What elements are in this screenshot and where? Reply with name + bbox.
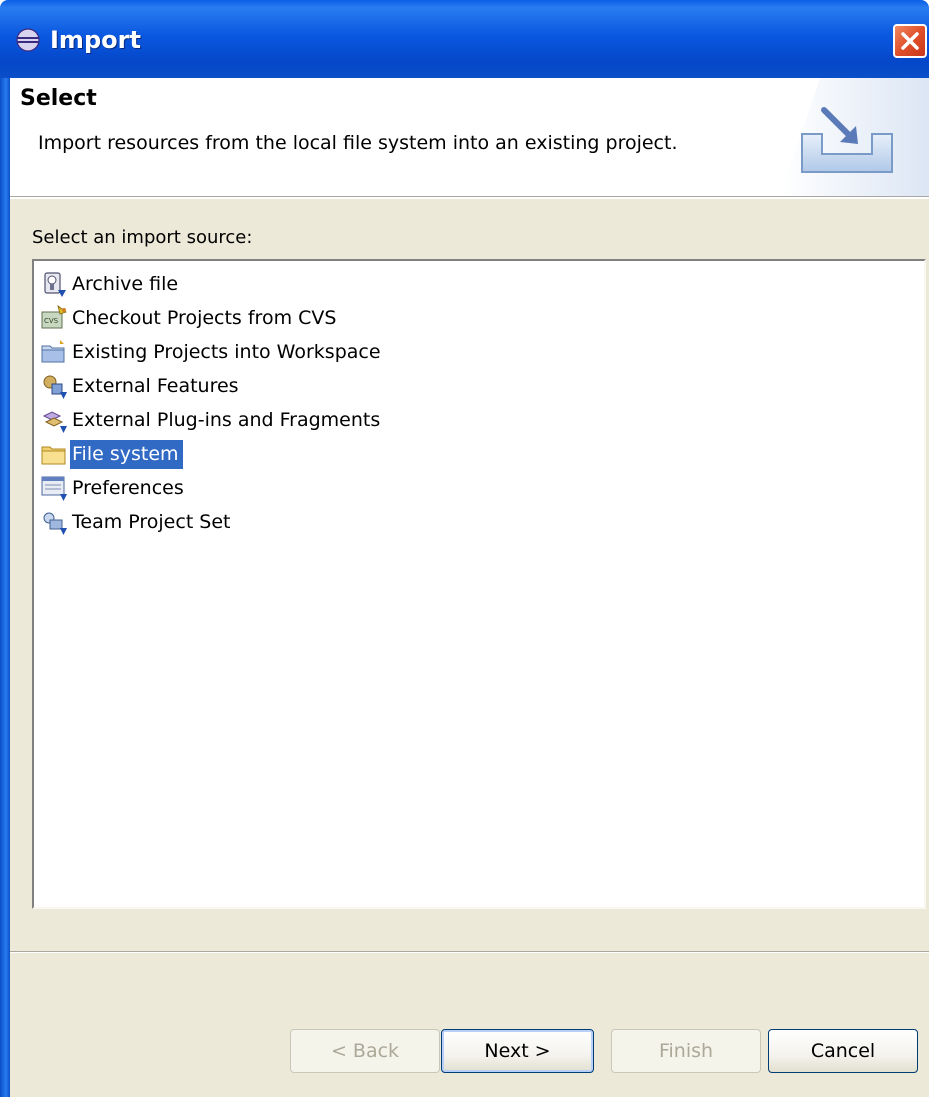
eclipse-icon	[16, 28, 40, 52]
footer-separator	[10, 951, 929, 953]
tree-item-label: Team Project Set	[72, 510, 231, 533]
page-title: Select	[20, 86, 97, 111]
cvs-icon: CVS	[41, 305, 67, 329]
window-title: Import	[50, 26, 141, 54]
svg-text:CVS: CVS	[44, 317, 59, 325]
archive-file-icon	[44, 272, 66, 297]
wizard-banner: Select Import resources from the local f…	[10, 78, 929, 196]
tree-item-label: External Features	[72, 374, 239, 397]
team-project-set-icon	[43, 512, 67, 535]
import-source-label: Select an import source:	[32, 227, 253, 248]
cancel-button[interactable]: Cancel	[768, 1029, 918, 1073]
tree-item-team-project-set[interactable]: Team Project Set	[40, 505, 924, 539]
tree-item-external-features[interactable]: External Features	[40, 369, 924, 403]
preferences-icon	[41, 476, 67, 501]
external-features-icon	[43, 375, 67, 399]
next-button[interactable]: Next >	[441, 1029, 594, 1073]
tree-item-label: Existing Projects into Workspace	[72, 340, 381, 363]
plugins-icon	[42, 411, 67, 433]
tree-item-checkout-cvs[interactable]: CVS Checkout Projects from CVS	[40, 301, 924, 335]
banner-separator	[10, 196, 929, 198]
tree-item-label: Archive file	[72, 272, 179, 295]
tree-item-label: Checkout Projects from CVS	[72, 306, 337, 329]
tree-item-label: File system	[70, 439, 183, 469]
tree-item-preferences[interactable]: Preferences	[40, 471, 924, 505]
tree-item-existing-projects[interactable]: Existing Projects into Workspace	[40, 335, 924, 369]
import-wizard-icon	[780, 78, 929, 196]
import-source-tree[interactable]: Archive file CVS Checkout Projects from …	[32, 259, 926, 909]
finish-button[interactable]: Finish	[611, 1029, 761, 1073]
wizard-body: Select an import source: Archive file CV…	[10, 199, 929, 1097]
project-folder-icon	[41, 340, 65, 363]
folder-icon	[41, 446, 66, 465]
title-bar[interactable]: Import	[0, 0, 929, 78]
close-icon	[901, 32, 919, 50]
tree-item-label: External Plug-ins and Fragments	[72, 408, 381, 431]
page-description: Import resources from the local file sys…	[38, 132, 678, 154]
tree-item-label: Preferences	[72, 476, 184, 499]
tree-item-file-system[interactable]: File system	[40, 437, 924, 471]
window-frame-left	[0, 78, 10, 1097]
back-button[interactable]: < Back	[290, 1029, 440, 1073]
tree-item-archive-file[interactable]: Archive file	[40, 267, 924, 301]
close-button[interactable]	[893, 24, 927, 58]
tree-item-external-plugins[interactable]: External Plug-ins and Fragments	[40, 403, 924, 437]
